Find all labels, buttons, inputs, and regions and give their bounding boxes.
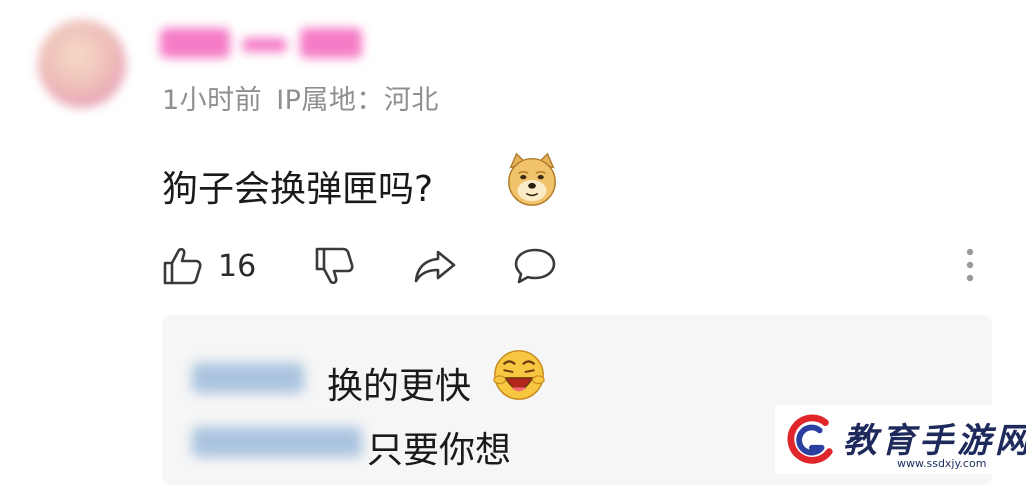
comment-bubble-icon [514, 248, 556, 284]
username-blurred[interactable] [160, 28, 365, 58]
reply-username-blurred[interactable] [192, 363, 304, 393]
comment-ip-location: IP属地：河北 [276, 85, 439, 116]
thumbs-down-icon [315, 247, 354, 285]
dislike-button[interactable] [312, 238, 356, 294]
like-count: 16 [218, 248, 257, 284]
site-watermark: 教育手游网 www.ssdxjy.com [775, 405, 1026, 474]
watermark-url: www.ssdxjy.com [897, 457, 987, 470]
comment-time: 1小时前 [162, 85, 263, 116]
reply-username-blurred[interactable] [192, 427, 362, 457]
site-logo-icon [787, 414, 833, 464]
more-options-icon[interactable] [958, 244, 982, 288]
reply-text: 换的更快 [327, 366, 472, 407]
thumbs-up-icon [163, 247, 202, 285]
like-button[interactable]: 16 [160, 238, 256, 294]
laughing-emoji-icon [493, 350, 545, 400]
reply-button[interactable] [512, 238, 558, 294]
share-icon [414, 250, 456, 283]
user-avatar[interactable] [38, 20, 126, 108]
reply-text: 只要你想 [367, 430, 512, 471]
share-button[interactable] [412, 238, 458, 294]
doge-icon [508, 152, 556, 206]
comment-meta: 1小时前 IP属地：河北 [162, 78, 439, 117]
comment-text: 狗子会换弹匣吗? [162, 169, 434, 210]
watermark-title: 教育手游网 [843, 421, 1026, 461]
